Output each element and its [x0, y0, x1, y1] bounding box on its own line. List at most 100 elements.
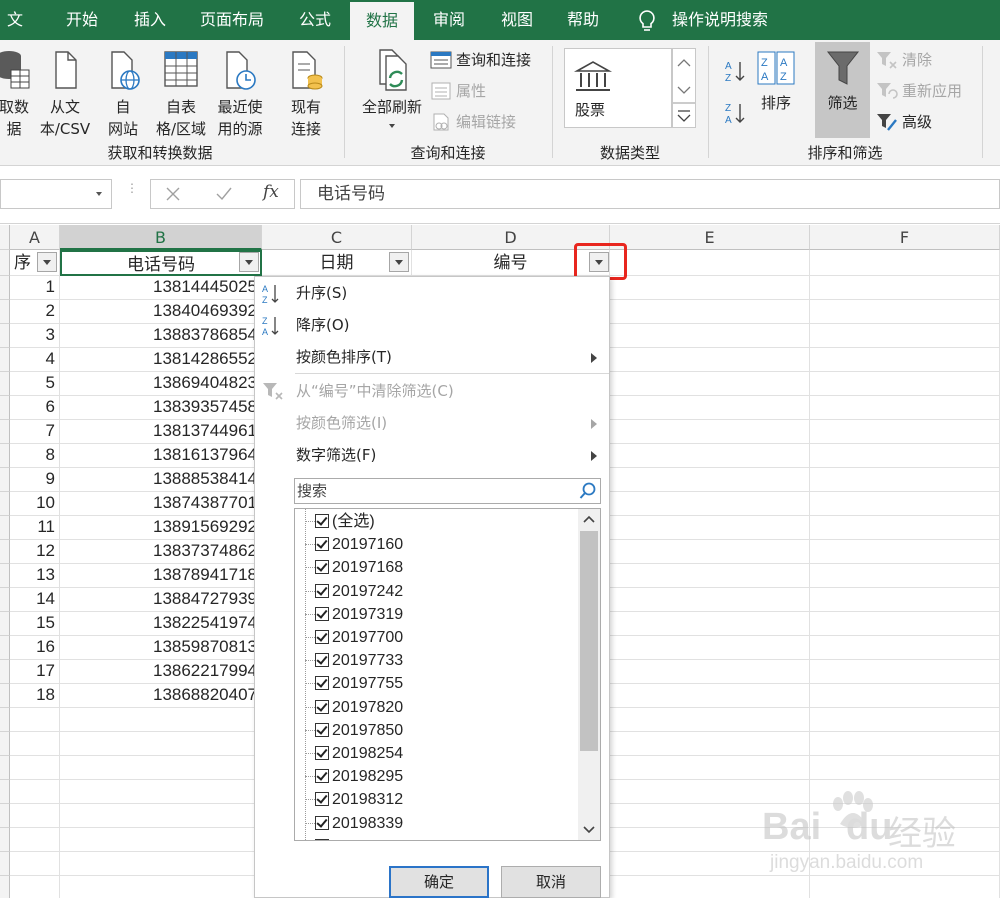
- empty-cell[interactable]: [610, 588, 810, 612]
- checkbox-checked-icon[interactable]: [315, 746, 329, 760]
- cell-seq[interactable]: [10, 876, 60, 898]
- search-icon[interactable]: [579, 482, 597, 500]
- cell-phone[interactable]: 13884727939: [60, 588, 262, 612]
- cell-seq[interactable]: [10, 756, 60, 780]
- column-header-f[interactable]: F: [810, 225, 1000, 250]
- row-header[interactable]: [0, 492, 10, 516]
- empty-cell[interactable]: [810, 444, 1000, 468]
- row-header[interactable]: [0, 324, 10, 348]
- tab-review[interactable]: 审阅: [418, 0, 480, 40]
- cell-phone[interactable]: 13878941718: [60, 564, 262, 588]
- empty-cell[interactable]: [810, 372, 1000, 396]
- cell-seq[interactable]: [10, 828, 60, 852]
- checkbox-checked-icon[interactable]: [315, 537, 329, 552]
- tab-view[interactable]: 视图: [486, 0, 548, 40]
- cell-phone[interactable]: 13813744961: [60, 420, 262, 444]
- cancel-entry-icon[interactable]: [165, 186, 181, 202]
- cell-seq[interactable]: 6: [10, 396, 60, 420]
- cell-phone[interactable]: 13837374862: [60, 540, 262, 564]
- row-header[interactable]: [0, 540, 10, 564]
- cell-seq[interactable]: 7: [10, 420, 60, 444]
- tab-file[interactable]: 文件: [0, 0, 30, 69]
- empty-cell[interactable]: [810, 396, 1000, 420]
- empty-cell[interactable]: [810, 516, 1000, 540]
- tab-home[interactable]: 开始: [50, 0, 114, 40]
- tab-insert[interactable]: 插入: [118, 0, 182, 40]
- cell-seq[interactable]: 17: [10, 660, 60, 684]
- cell-seq[interactable]: 18: [10, 684, 60, 708]
- empty-cell[interactable]: [610, 684, 810, 708]
- row-header[interactable]: [0, 396, 10, 420]
- sort-ascending-item[interactable]: A Z 升序(S): [255, 277, 609, 309]
- column-header-a[interactable]: A: [10, 225, 60, 250]
- scroll-down-icon[interactable]: [578, 818, 600, 840]
- empty-cell[interactable]: [610, 780, 810, 804]
- checkbox-checked-icon[interactable]: [315, 653, 329, 668]
- empty-cell[interactable]: [810, 420, 1000, 444]
- cell-seq[interactable]: [10, 732, 60, 756]
- empty-cell[interactable]: [810, 828, 1000, 852]
- tab-page-layout[interactable]: 页面布局: [186, 0, 278, 40]
- get-data-button[interactable]: 取数 据: [0, 46, 34, 140]
- cell-phone[interactable]: 13883786854: [60, 324, 262, 348]
- cell-phone[interactable]: 13822541974: [60, 612, 262, 636]
- row-header[interactable]: [0, 444, 10, 468]
- header-cell-phone[interactable]: 电话号码: [60, 250, 262, 276]
- confirm-entry-icon[interactable]: [215, 186, 233, 202]
- sort-descending-item[interactable]: Z A 降序(O): [255, 309, 609, 341]
- row-header[interactable]: [0, 828, 10, 852]
- column-header-b[interactable]: B: [60, 225, 262, 250]
- cell-phone[interactable]: [60, 804, 262, 828]
- cell-phone[interactable]: [60, 852, 262, 876]
- empty-cell[interactable]: [610, 636, 810, 660]
- empty-cell[interactable]: [810, 732, 1000, 756]
- row-header[interactable]: [0, 250, 10, 276]
- cell-seq[interactable]: 16: [10, 636, 60, 660]
- checkbox-checked-icon[interactable]: [315, 792, 329, 807]
- empty-cell[interactable]: [610, 756, 810, 780]
- row-header[interactable]: [0, 876, 10, 898]
- empty-cell[interactable]: [810, 300, 1000, 324]
- cell-seq[interactable]: [10, 708, 60, 732]
- empty-cell[interactable]: [810, 564, 1000, 588]
- cell-seq[interactable]: [10, 780, 60, 804]
- row-header[interactable]: [0, 852, 10, 876]
- row-header[interactable]: [0, 468, 10, 492]
- cell-phone[interactable]: [60, 708, 262, 732]
- cell-seq[interactable]: 2: [10, 300, 60, 324]
- cell-phone[interactable]: 13814286552: [60, 348, 262, 372]
- cell-phone[interactable]: 13840469392: [60, 300, 262, 324]
- empty-cell[interactable]: [810, 804, 1000, 828]
- empty-cell[interactable]: [810, 492, 1000, 516]
- clear-filter-item[interactable]: 从“编号”中清除筛选(C): [255, 375, 609, 407]
- empty-cell[interactable]: [610, 564, 810, 588]
- row-header[interactable]: [0, 684, 10, 708]
- cell-seq[interactable]: 1: [10, 276, 60, 300]
- cell-seq[interactable]: 12: [10, 540, 60, 564]
- sort-button[interactable]: Z A A Z 排序: [752, 50, 800, 114]
- empty-cell[interactable]: [610, 852, 810, 876]
- empty-cell[interactable]: [610, 732, 810, 756]
- cell-seq[interactable]: [10, 804, 60, 828]
- row-header[interactable]: [0, 372, 10, 396]
- filter-dropdown-phone[interactable]: [239, 252, 259, 272]
- cell-seq[interactable]: 5: [10, 372, 60, 396]
- row-header[interactable]: [0, 588, 10, 612]
- cell-seq[interactable]: 9: [10, 468, 60, 492]
- refresh-all-button[interactable]: 全部刷新: [352, 46, 432, 134]
- cell-phone[interactable]: 13816137964: [60, 444, 262, 468]
- empty-cell[interactable]: [810, 612, 1000, 636]
- cancel-button[interactable]: 取消: [501, 866, 601, 898]
- row-header[interactable]: [0, 708, 10, 732]
- row-header[interactable]: [0, 276, 10, 300]
- empty-cell[interactable]: [810, 540, 1000, 564]
- filter-button[interactable]: 筛选: [815, 50, 870, 114]
- empty-cell[interactable]: [810, 250, 1000, 276]
- empty-cell[interactable]: [610, 540, 810, 564]
- filter-dropdown-seq[interactable]: [37, 252, 57, 272]
- cell-phone[interactable]: [60, 828, 262, 852]
- scroll-up-icon[interactable]: [578, 509, 600, 531]
- checkbox-checked-icon[interactable]: [315, 606, 329, 621]
- empty-cell[interactable]: [810, 636, 1000, 660]
- reapply-button[interactable]: 重新应用: [876, 79, 962, 103]
